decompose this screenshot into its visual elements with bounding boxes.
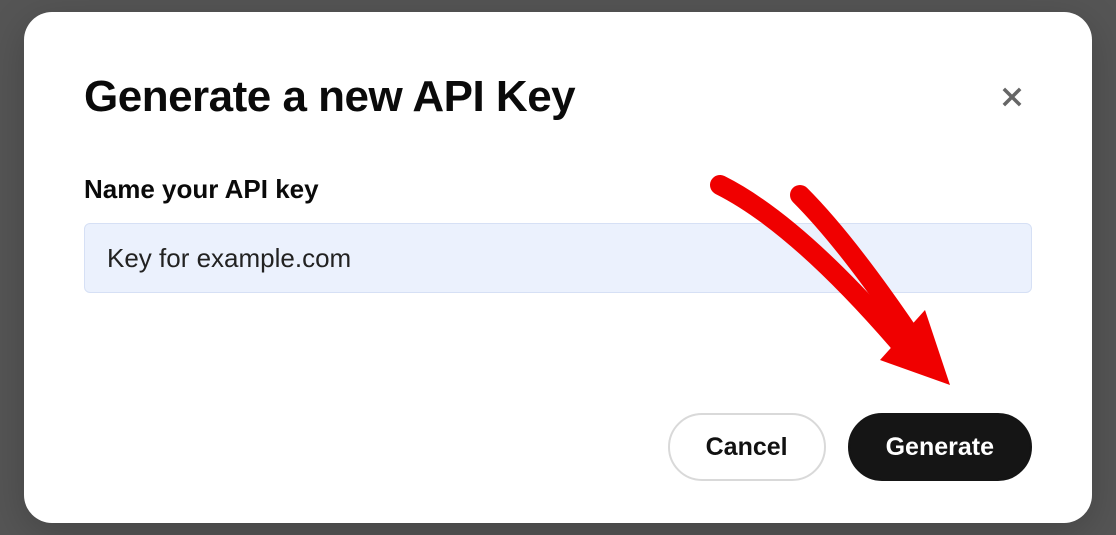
- modal-header: Generate a new API Key: [84, 72, 1032, 122]
- generate-api-key-modal: Generate a new API Key Name your API key…: [24, 12, 1092, 523]
- modal-footer: Cancel Generate: [668, 413, 1032, 481]
- close-icon: [998, 83, 1026, 111]
- api-key-name-input[interactable]: [84, 223, 1032, 293]
- cancel-button[interactable]: Cancel: [668, 413, 826, 481]
- generate-button[interactable]: Generate: [848, 413, 1032, 481]
- close-button[interactable]: [992, 77, 1032, 117]
- api-key-name-field: Name your API key: [84, 174, 1032, 293]
- modal-title: Generate a new API Key: [84, 72, 575, 122]
- field-label: Name your API key: [84, 174, 1032, 205]
